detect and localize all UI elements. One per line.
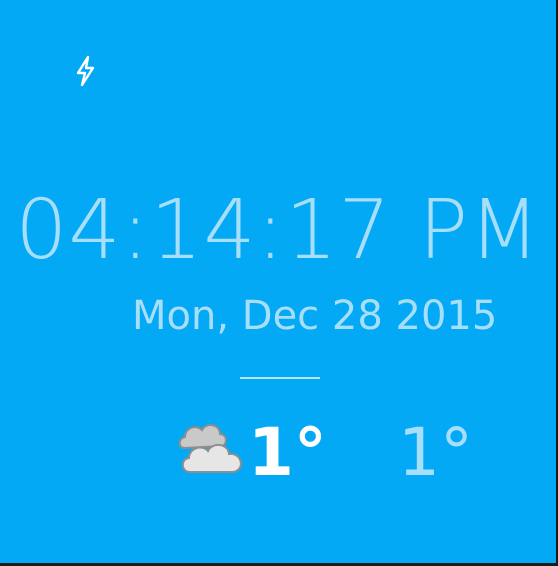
divider [240,377,320,379]
temperature-high: 1° [248,414,327,491]
watch-face: 04:14:17 PM Mon, Dec 28 2015 1° 1° [0,0,556,563]
clock-time: 04:14:17 PM [15,183,541,278]
clock-date: Mon, Dec 28 2015 [132,293,498,339]
temperature-low: 1° [398,414,473,491]
cloudy-icon [178,424,242,473]
lightning-bolt-icon [76,55,95,87]
